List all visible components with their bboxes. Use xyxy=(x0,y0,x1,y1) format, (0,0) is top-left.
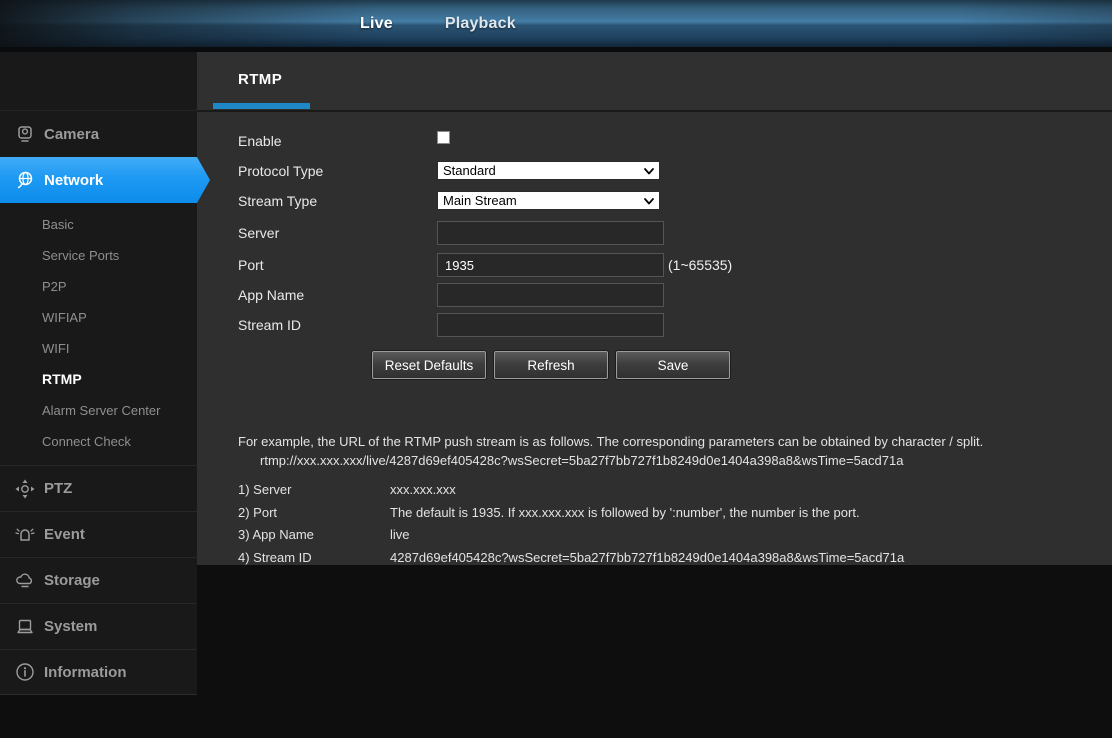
chevron-down-icon xyxy=(643,165,655,177)
enable-checkbox[interactable] xyxy=(437,131,450,144)
stream-id-input[interactable] xyxy=(437,313,664,337)
help-item-value: 4287d69ef405428c?wsSecret=5ba27f7bb727f1… xyxy=(390,547,1078,570)
app-name-label: App Name xyxy=(238,287,304,303)
sidebar: Camera Network Basic Service Ports P2P W… xyxy=(0,52,197,695)
help-intro-line: For example, the URL of the RTMP push st… xyxy=(238,432,1078,451)
storage-cloud-icon xyxy=(14,570,36,592)
tab-playback[interactable]: Playback xyxy=(445,15,516,33)
sidebar-subitem-wifiap[interactable]: WIFIAP xyxy=(0,302,197,333)
sidebar-item-event[interactable]: Event xyxy=(0,511,197,557)
sidebar-item-label: Information xyxy=(44,664,127,681)
stream-type-label: Stream Type xyxy=(238,193,317,209)
server-input[interactable] xyxy=(437,221,664,245)
sidebar-item-label: Event xyxy=(44,526,85,543)
sidebar-item-label: System xyxy=(44,618,97,635)
chevron-down-icon xyxy=(643,195,655,207)
help-example-url: rtmp://xxx.xxx.xxx/live/4287d69ef405428c… xyxy=(238,451,1078,470)
sidebar-item-network[interactable]: Network xyxy=(0,157,197,203)
help-item-label: 1) Server xyxy=(238,479,390,502)
ptz-icon xyxy=(14,478,36,500)
help-item-value: live xyxy=(390,524,1078,547)
sidebar-subitem-service-ports[interactable]: Service Ports xyxy=(0,240,197,271)
information-icon xyxy=(14,661,36,683)
list-item: 3) App Name live xyxy=(238,524,1078,547)
sidebar-subitem-alarm-server-center[interactable]: Alarm Server Center xyxy=(0,395,197,426)
rtmp-help-text: For example, the URL of the RTMP push st… xyxy=(238,432,1078,569)
sidebar-subitem-p2p[interactable]: P2P xyxy=(0,271,197,302)
sidebar-subitem-basic[interactable]: Basic xyxy=(0,209,197,240)
protocol-type-label: Protocol Type xyxy=(238,163,323,179)
help-item-value: The default is 1935. If xxx.xxx.xxx is f… xyxy=(390,502,1078,525)
help-item-label: 3) App Name xyxy=(238,524,390,547)
stream-type-value: Main Stream xyxy=(443,193,517,208)
sidebar-item-label: Network xyxy=(44,172,103,189)
tab-live[interactable]: Live xyxy=(360,15,393,33)
enable-label: Enable xyxy=(238,133,282,149)
sidebar-item-storage[interactable]: Storage xyxy=(0,557,197,603)
server-label: Server xyxy=(238,225,279,241)
help-item-label: 4) Stream ID xyxy=(238,547,390,570)
system-computer-icon xyxy=(14,616,36,638)
list-item: 1) Server xxx.xxx.xxx xyxy=(238,479,1078,502)
port-range-hint: (1~65535) xyxy=(668,257,732,273)
port-input[interactable] xyxy=(437,253,664,277)
list-item: 2) Port The default is 1935. If xxx.xxx.… xyxy=(238,502,1078,525)
sidebar-subitem-rtmp[interactable]: RTMP xyxy=(0,364,197,395)
protocol-type-select[interactable]: Standard xyxy=(437,161,660,180)
sidebar-subitem-wifi[interactable]: WIFI xyxy=(0,333,197,364)
tab-active-underline xyxy=(213,103,310,109)
sidebar-top-spacer xyxy=(0,52,197,110)
refresh-button[interactable]: Refresh xyxy=(494,351,608,379)
stream-type-select[interactable]: Main Stream xyxy=(437,191,660,210)
camera-icon xyxy=(14,123,36,145)
network-submenu: Basic Service Ports P2P WIFIAP WIFI RTMP… xyxy=(0,203,197,465)
sidebar-item-camera[interactable]: Camera xyxy=(0,110,197,157)
reset-defaults-button[interactable]: Reset Defaults xyxy=(372,351,486,379)
protocol-type-value: Standard xyxy=(443,163,496,178)
event-alarm-icon xyxy=(14,524,36,546)
help-parameter-list: 1) Server xxx.xxx.xxx 2) Port The defaul… xyxy=(238,479,1078,569)
page: Live Playback RTMP Enable Protocol Type … xyxy=(0,0,1112,738)
top-navigation-bar: Live Playback xyxy=(0,0,1112,47)
port-label: Port xyxy=(238,257,264,273)
rtmp-settings-panel: Enable Protocol Type Standard Stream Typ… xyxy=(197,110,1112,565)
network-icon xyxy=(14,169,36,191)
app-name-input[interactable] xyxy=(437,283,664,307)
sidebar-item-label: Camera xyxy=(44,126,99,143)
save-button[interactable]: Save xyxy=(616,351,730,379)
sidebar-subitem-connect-check[interactable]: Connect Check xyxy=(0,426,197,457)
stream-id-label: Stream ID xyxy=(238,317,301,333)
tab-rtmp[interactable]: RTMP xyxy=(238,71,282,88)
list-item: 4) Stream ID 4287d69ef405428c?wsSecret=5… xyxy=(238,547,1078,570)
sidebar-item-system[interactable]: System xyxy=(0,603,197,649)
main-tab-header: RTMP xyxy=(197,52,1112,110)
sidebar-item-label: Storage xyxy=(44,572,100,589)
help-item-value: xxx.xxx.xxx xyxy=(390,479,1078,502)
sidebar-item-label: PTZ xyxy=(44,480,72,497)
help-item-label: 2) Port xyxy=(238,502,390,525)
sidebar-item-information[interactable]: Information xyxy=(0,649,197,695)
sidebar-item-ptz[interactable]: PTZ xyxy=(0,465,197,511)
top-tabs: Live Playback xyxy=(360,0,516,47)
